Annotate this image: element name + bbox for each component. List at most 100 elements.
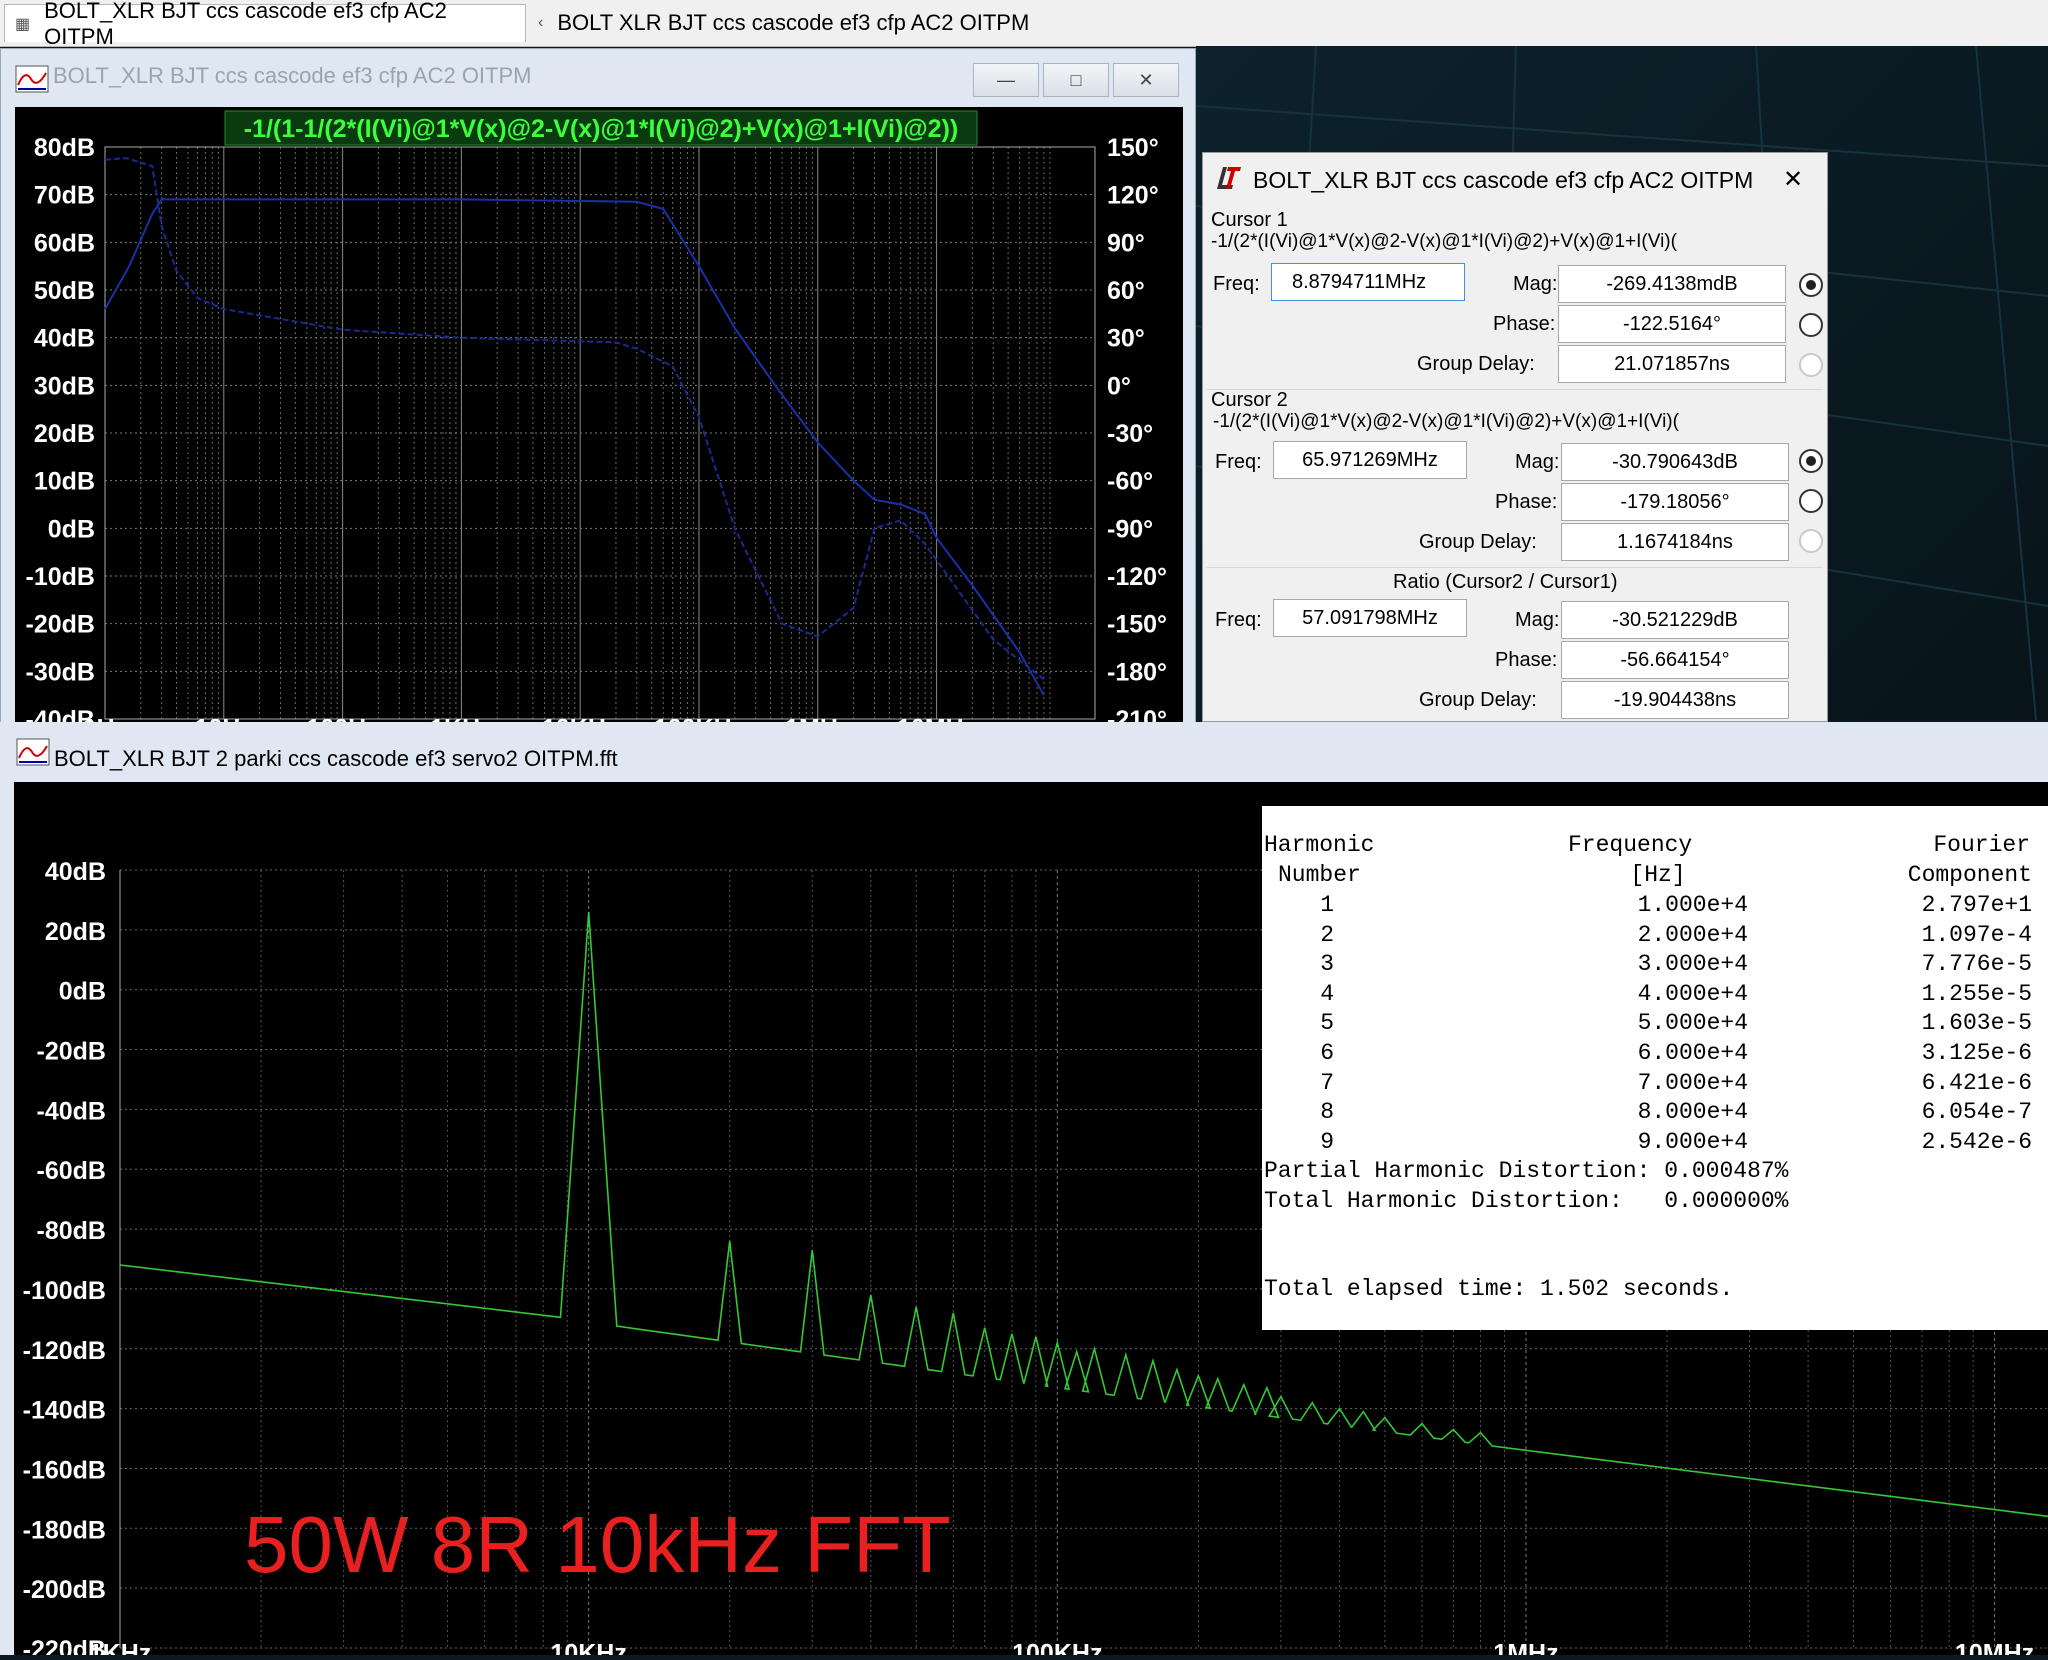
x-tick-label: 1MHz — [1493, 1640, 1558, 1655]
harmonic-number: 1 — [1320, 892, 1334, 918]
waveform-icon — [16, 738, 50, 766]
y2-tick-label: -30° — [1107, 420, 1153, 448]
cursor2-freq-label: Freq: — [1215, 451, 1262, 473]
harmonic-component: 3.125e-6 — [1921, 1040, 2032, 1066]
harmonic-frequency: 1.000e+4 — [1637, 892, 1748, 918]
harmonic-component: 6.054e-7 — [1921, 1099, 2032, 1126]
cursor2-mag-field[interactable]: -30.790643dB — [1561, 443, 1789, 481]
cursor2-freq-field[interactable]: 65.971269MHz — [1273, 441, 1467, 479]
y2-tick-label: -90° — [1107, 515, 1153, 543]
y-tick-label: -20dB — [26, 611, 95, 639]
maximize-button[interactable]: □ — [1043, 63, 1109, 97]
x-tick-label: 10MHz — [1955, 1640, 2034, 1655]
y-tick-label: 50dB — [34, 277, 95, 305]
fourier-output-panel: Harmonic Number Frequency [Hz] Fourier C… — [1262, 806, 2048, 1330]
y2-tick-label: 150° — [1107, 134, 1159, 162]
cursor2-label: Cursor 2 — [1211, 389, 1288, 411]
y-tick-label: -100dB — [23, 1277, 106, 1305]
ratio-group-delay-label: Group Delay: — [1419, 689, 1537, 711]
y2-tick-label: -150° — [1107, 611, 1167, 639]
cursor2-phase-radio[interactable] — [1799, 489, 1823, 513]
cursor1-freq-label: Freq: — [1213, 273, 1260, 295]
y2-tick-label: 90° — [1107, 229, 1145, 257]
component-header-2: Component — [1907, 862, 2032, 888]
harmonic-frequency: 9.000e+4 — [1637, 1128, 1748, 1155]
cursor2-mag-radio[interactable] — [1799, 449, 1823, 473]
y-tick-label: -20dB — [37, 1038, 106, 1066]
y-tick-label: 70dB — [34, 182, 95, 210]
y2-tick-label: -180° — [1107, 658, 1167, 686]
cursor2-group-delay-radio[interactable] — [1799, 529, 1823, 553]
close-button[interactable]: ✕ — [1113, 63, 1179, 97]
annotation-label: 50W 8R 10kHz FFT — [244, 1500, 951, 1589]
cursor2-expression: -1/(2*(I(Vi)@1*V(x)@2-V(x)@1*I(Vi)@2)+V(… — [1213, 411, 1679, 432]
cursor2-phase-label: Phase: — [1495, 491, 1558, 513]
ltspice-logo-icon — [1217, 167, 1241, 189]
close-icon[interactable]: ✕ — [1783, 165, 1803, 194]
cursor2-group-delay-field[interactable]: 1.1674184ns — [1561, 523, 1789, 561]
harmonic-frequency: 4.000e+4 — [1637, 980, 1748, 1007]
ratio-phase-label: Phase: — [1495, 649, 1558, 671]
bode-chart[interactable]: 80dB 150° 70dB 120° 60dB 90° 50dB 60° 40dB 30° 30d… — [15, 107, 1183, 743]
y-tick-label: -60dB — [37, 1157, 106, 1185]
harmonic-number: 6 — [1320, 1040, 1334, 1066]
harmonic-header-2: Number — [1278, 862, 1361, 888]
harmonic-frequency: 5.000e+4 — [1637, 1010, 1748, 1037]
trace-expression-label: -1/(1-1/(2*(I(Vi)@1*V(x)@2-V(x)@1*I(Vi)@… — [224, 110, 978, 146]
tab-ac-analysis-2[interactable]: ‹ BOLT XLR BJT ccs cascode ef3 cfp AC2 O… — [528, 4, 1048, 42]
total-harmonic-distortion: Total Harmonic Distortion: 0.000000% — [1264, 1188, 1789, 1214]
document-tab-strip: ▦ BOLT_XLR BJT ccs cascode ef3 cfp AC2 O… — [0, 0, 2048, 49]
y-tick-label: -80dB — [37, 1217, 106, 1245]
trace-label-text: -1/(1-1/(2*(I(Vi)@1*V(x)@2-V(x)@1*I(Vi)@… — [244, 115, 959, 143]
ac-plot-window: BOLT_XLR BJT ccs cascode ef3 cfp AC2 OIT… — [0, 48, 1196, 743]
minimize-button[interactable]: — — [973, 63, 1039, 97]
x-tick-label: 100KHz — [1012, 1640, 1102, 1655]
cursor1-phase-radio[interactable] — [1799, 313, 1823, 337]
ratio-label: Ratio (Cursor2 / Cursor1) — [1393, 571, 1618, 593]
component-header: Fourier — [1933, 832, 2030, 858]
harmonic-component: 1.603e-5 — [1921, 1010, 2032, 1037]
cursor1-mag-label: Mag: — [1513, 273, 1558, 295]
y-tick-label: -180dB — [23, 1516, 106, 1544]
window-titlebar[interactable]: BOLT_XLR BJT ccs cascode ef3 cfp AC2 OIT… — [1, 49, 1195, 107]
cursor1-phase-label: Phase: — [1493, 313, 1556, 335]
y-tick-label: 30dB — [34, 372, 95, 400]
harmonic-number: 9 — [1320, 1128, 1334, 1155]
y-tick-label: 20dB — [45, 918, 106, 946]
y-tick-label: -200dB — [23, 1576, 106, 1604]
harmonic-component: 1.097e-4 — [1921, 921, 2032, 948]
y-tick-label: -120dB — [23, 1337, 106, 1365]
y-tick-label: 80dB — [34, 134, 95, 162]
tab-label: BOLT XLR BJT ccs cascode ef3 cfp AC2 OIT… — [557, 10, 1030, 35]
cursor1-group-delay-radio[interactable] — [1799, 353, 1823, 377]
harmonic-component: 2.797e+1 — [1921, 892, 2032, 918]
y-tick-label: -30dB — [26, 658, 95, 686]
harmonic-number: 8 — [1320, 1099, 1334, 1126]
ratio-freq-field[interactable]: 57.091798MHz — [1273, 599, 1467, 637]
cursor1-mag-field[interactable]: -269.4138mdB — [1558, 265, 1786, 303]
waveform-icon — [15, 65, 49, 93]
harmonic-number: 4 — [1320, 980, 1334, 1007]
ac-plot-pane[interactable]: 80dB 150° 70dB 120° 60dB 90° 50dB 60° 40dB 30° 30d… — [15, 107, 1183, 743]
ratio-mag-label: Mag: — [1515, 609, 1560, 631]
harmonic-header: Harmonic — [1264, 832, 1375, 858]
ratio-phase-field[interactable]: -56.664154° — [1561, 641, 1789, 679]
cursor1-mag-radio[interactable] — [1799, 273, 1823, 297]
window-titlebar[interactable]: BOLT_XLR BJT 2 parki ccs cascode ef3 ser… — [0, 722, 2048, 782]
cursor1-phase-field[interactable]: -122.5164° — [1558, 305, 1786, 343]
y-tick-label: 10dB — [34, 468, 95, 496]
x-tick-label: 10KHz — [550, 1640, 626, 1655]
schematic-icon: ‹ — [538, 14, 544, 31]
dialog-title: BOLT_XLR BJT ccs cascode ef3 cfp AC2 OIT… — [1253, 167, 1754, 193]
harmonic-frequency: 6.000e+4 — [1637, 1040, 1748, 1066]
tab-ac-analysis[interactable]: ▦ BOLT_XLR BJT ccs cascode ef3 cfp AC2 O… — [4, 0, 526, 49]
ratio-mag-field[interactable]: -30.521229dB — [1561, 601, 1789, 639]
y-tick-label: 60dB — [34, 229, 95, 257]
cursor1-group-delay-field[interactable]: 21.071857ns — [1558, 345, 1786, 383]
cursor2-phase-field[interactable]: -179.18056° — [1561, 483, 1789, 521]
harmonic-frequency: 3.000e+4 — [1637, 951, 1748, 978]
window-title: BOLT_XLR BJT ccs cascode ef3 cfp AC2 OIT… — [53, 63, 532, 88]
ratio-group-delay-field[interactable]: -19.904438ns — [1561, 681, 1789, 719]
cursor1-freq-field[interactable]: 8.8794711MHz — [1271, 263, 1465, 301]
harmonic-number: 2 — [1320, 921, 1334, 948]
